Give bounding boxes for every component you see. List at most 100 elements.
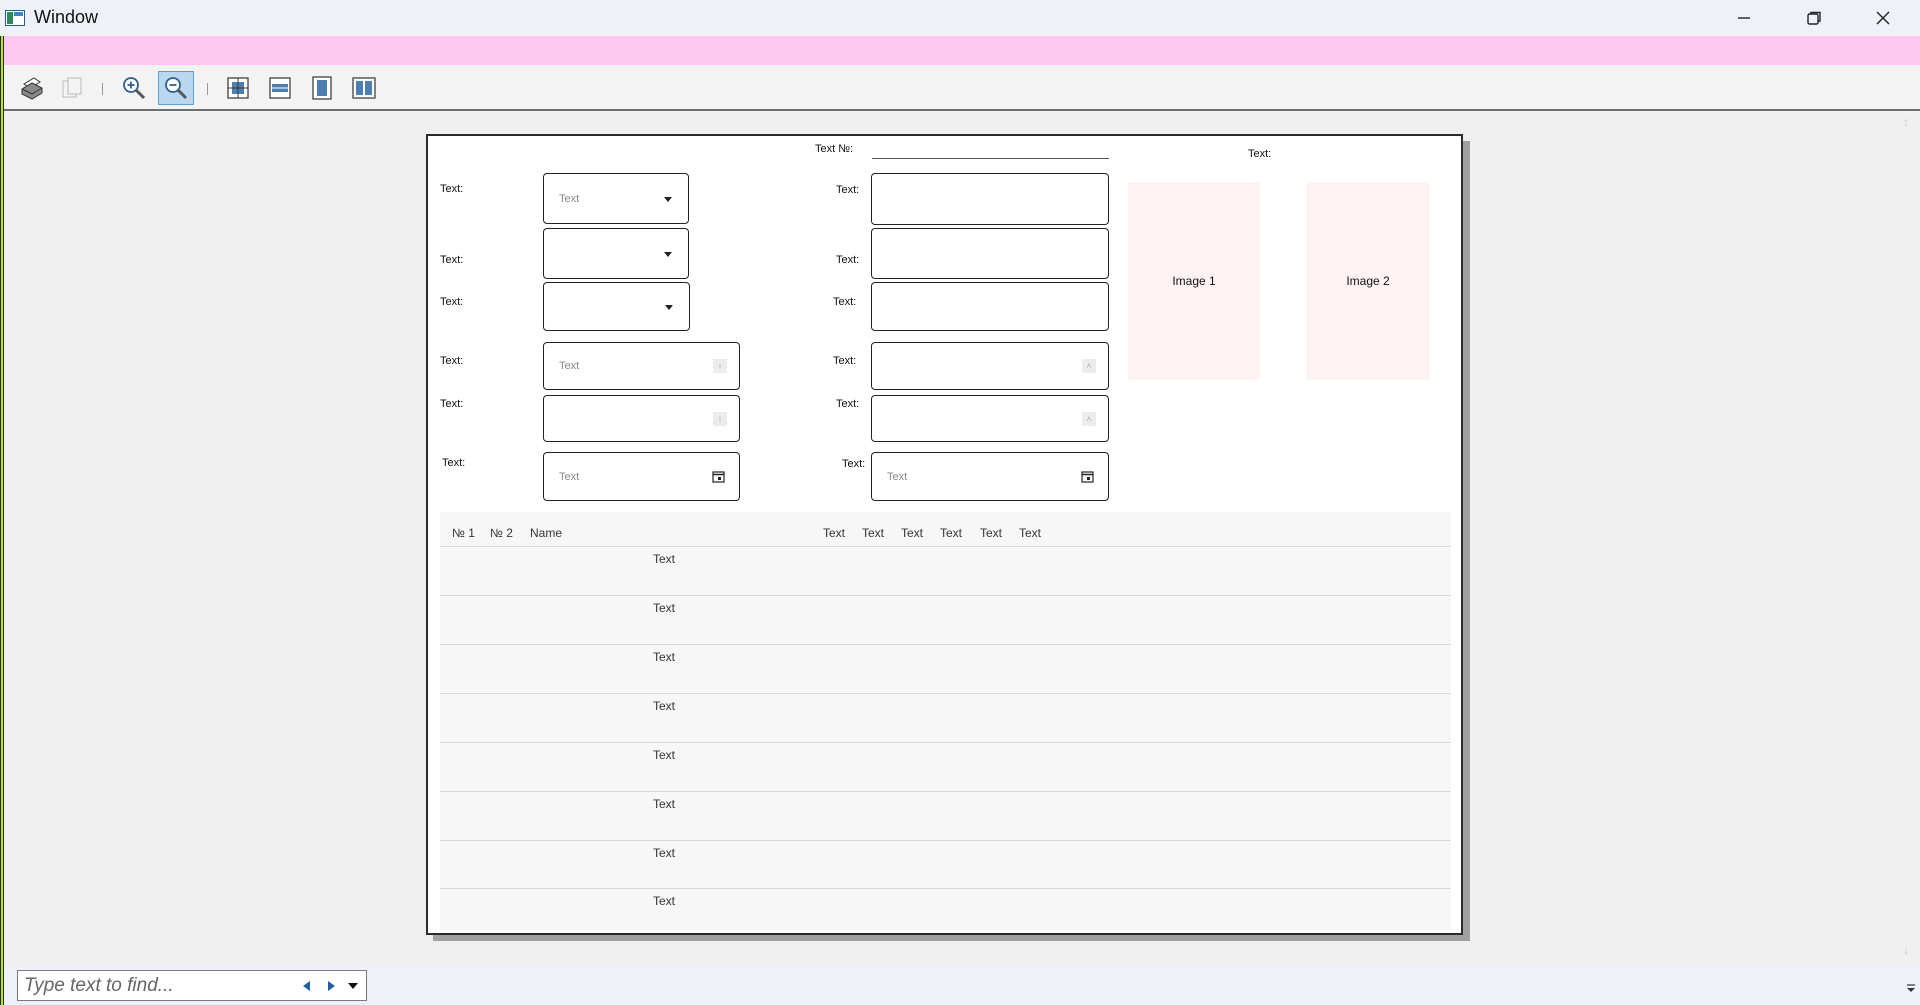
- triangle-right-icon[interactable]: [324, 979, 338, 993]
- textbox-3[interactable]: [871, 282, 1109, 331]
- header-right-label: Text:: [1248, 148, 1272, 160]
- printer-icon: [21, 77, 43, 100]
- column-header: Text: [940, 526, 963, 540]
- restore-button[interactable]: [1779, 0, 1849, 36]
- column-header: Text: [1019, 526, 1042, 540]
- find-bar: [4, 965, 1920, 1005]
- spin-up-icon[interactable]: ˄: [1082, 359, 1096, 373]
- spin-up-icon[interactable]: ↑: [713, 359, 727, 373]
- overflow-icon[interactable]: [1904, 981, 1918, 995]
- table-row: Text: [440, 742, 1451, 791]
- table-row: Text: [440, 791, 1451, 840]
- scroll-up-icon[interactable]: ↑: [1898, 115, 1914, 131]
- date-picker-2[interactable]: Text: [871, 452, 1109, 501]
- image-label: Image 2: [1346, 274, 1390, 288]
- combobox-3[interactable]: [543, 282, 690, 331]
- column-header: Text: [980, 526, 1003, 540]
- textbox-1[interactable]: [871, 173, 1109, 225]
- table-row: Text: [440, 644, 1451, 693]
- table-row: Text: [440, 840, 1451, 889]
- date-value: Text: [559, 471, 580, 483]
- two-pages-button[interactable]: [346, 71, 382, 105]
- minimize-button[interactable]: [1709, 0, 1779, 36]
- spin-up-icon[interactable]: ˄: [1082, 411, 1096, 426]
- toolbar-separator: [102, 83, 103, 95]
- combobox-2[interactable]: [543, 228, 689, 279]
- data-table: № 1 № 2 Name Text Text Text Text Text Te…: [440, 512, 1451, 930]
- restore-icon: [1807, 11, 1821, 25]
- scroll-down-icon[interactable]: ↓: [1898, 943, 1914, 959]
- field-label: Text:: [442, 457, 466, 469]
- textbox-2[interactable]: [871, 228, 1109, 279]
- vertical-scrollbar[interactable]: ↑ ↓: [1892, 113, 1920, 965]
- spin-up-icon[interactable]: ↑: [713, 411, 727, 426]
- column-header: № 1: [452, 526, 475, 540]
- field-label: Text:: [842, 458, 866, 470]
- find-input[interactable]: [19, 972, 289, 999]
- dropdown-icon[interactable]: [346, 979, 360, 993]
- row-cell: Text: [653, 894, 676, 908]
- column-header: Text: [823, 526, 846, 540]
- numeric-input-4[interactable]: ˄: [871, 395, 1109, 442]
- whole-page-button[interactable]: [304, 71, 340, 105]
- combobox-value: Text: [559, 193, 580, 205]
- field-label: Text:: [440, 183, 464, 195]
- combobox-1[interactable]: Text: [543, 173, 689, 224]
- close-icon: [1876, 11, 1890, 25]
- chevron-down-icon[interactable]: [665, 304, 673, 310]
- close-button[interactable]: [1848, 0, 1918, 36]
- zoom-in-icon: [123, 77, 146, 100]
- copy-icon: [62, 77, 82, 98]
- print-button[interactable]: [14, 71, 50, 105]
- row-cell: Text: [653, 846, 676, 860]
- row-cell: Text: [653, 797, 676, 811]
- calendar-icon[interactable]: [712, 470, 725, 483]
- column-header: Name: [530, 526, 563, 540]
- row-cell: Text: [653, 601, 676, 615]
- date-value: Text: [887, 471, 908, 483]
- numeric-input-2[interactable]: ↑: [543, 395, 740, 442]
- column-header: Text: [901, 526, 924, 540]
- numeric-input-3[interactable]: ˄: [871, 342, 1109, 390]
- field-label: Text:: [833, 355, 857, 367]
- fit-width-button[interactable]: [262, 71, 298, 105]
- number-underline: [872, 158, 1109, 159]
- date-picker-1[interactable]: Text: [543, 452, 740, 501]
- calendar-icon[interactable]: [1081, 470, 1094, 483]
- field-label: Text:: [440, 355, 464, 367]
- chevron-down-icon[interactable]: [664, 196, 672, 202]
- minimize-icon: [1738, 17, 1750, 19]
- image-placeholder-2: Image 2: [1306, 182, 1430, 380]
- column-header: Text: [862, 526, 885, 540]
- field-label: Text:: [836, 254, 860, 266]
- field-label: Text:: [836, 184, 860, 196]
- two-pages-icon: [352, 77, 376, 99]
- table-row: Text: [440, 595, 1451, 644]
- field-label: Text:: [440, 398, 464, 410]
- chevron-down-icon[interactable]: [664, 251, 672, 257]
- field-label: Text:: [440, 296, 464, 308]
- column-header: № 2: [490, 526, 513, 540]
- field-label: Text:: [440, 254, 464, 266]
- table-row: Text: [440, 546, 1451, 595]
- row-cell: Text: [653, 748, 676, 762]
- number-label: Text №:: [815, 143, 854, 155]
- zoom-out-icon: [165, 77, 188, 100]
- app-icon: [5, 10, 25, 26]
- window-title: Window: [34, 7, 99, 27]
- viewer-toolbar: [4, 65, 1920, 111]
- field-label: Text:: [836, 398, 860, 410]
- actual-size-icon: [227, 77, 249, 99]
- accent-band: [4, 36, 1920, 65]
- table-row: Text: [440, 693, 1451, 742]
- image-label: Image 1: [1172, 274, 1216, 288]
- row-cell: Text: [653, 699, 676, 713]
- triangle-left-icon[interactable]: [300, 979, 314, 993]
- zoom-in-button[interactable]: [116, 71, 152, 105]
- zoom-out-button[interactable]: [158, 71, 194, 105]
- actual-size-button[interactable]: [220, 71, 256, 105]
- numeric-input-1[interactable]: Text ↑: [543, 342, 740, 390]
- toolbar-separator: [207, 83, 208, 95]
- field-label: Text:: [833, 296, 857, 308]
- copy-button[interactable]: [54, 71, 90, 105]
